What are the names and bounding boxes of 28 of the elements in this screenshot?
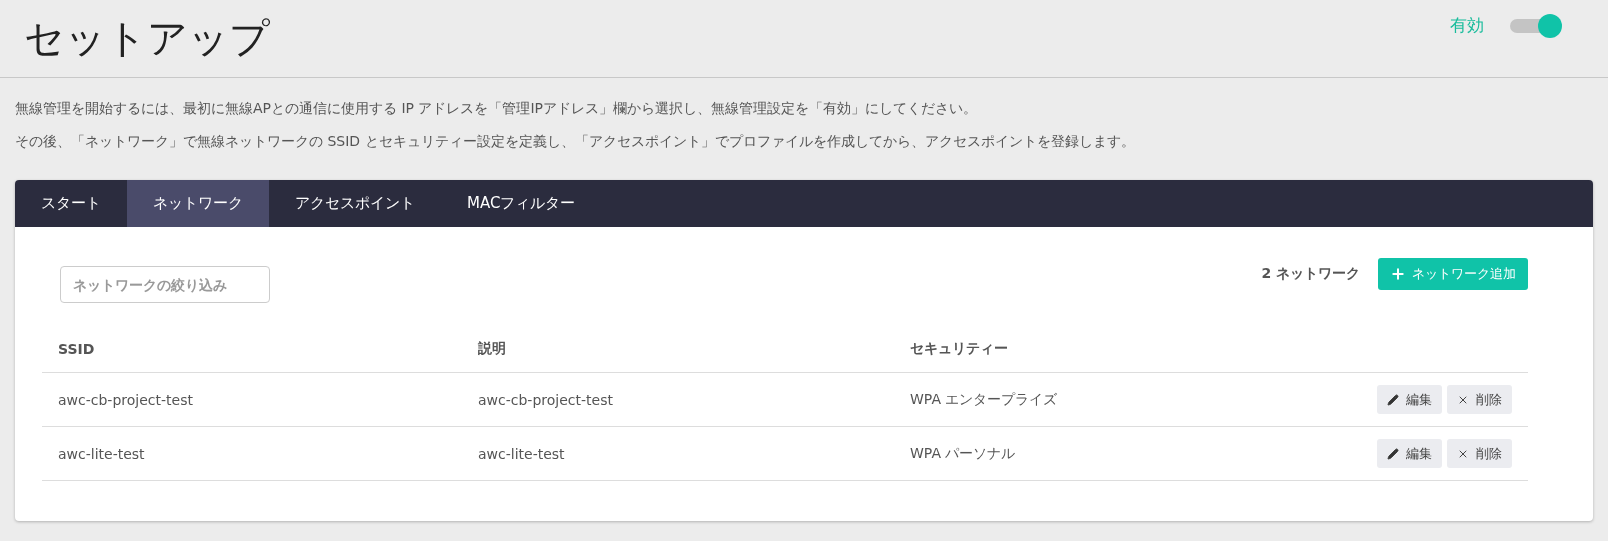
delete-button[interactable]: 削除 xyxy=(1447,439,1512,468)
column-header: 説明 xyxy=(478,339,507,358)
enable-toggle[interactable] xyxy=(1508,13,1562,38)
column-header: SSID xyxy=(58,340,96,357)
delete-button[interactable]: 削除 xyxy=(1447,385,1512,414)
column-header: セキュリティー xyxy=(910,339,1009,358)
plus-icon xyxy=(1390,266,1406,282)
edit-button[interactable]: 編集 xyxy=(1377,439,1442,468)
tab[interactable]: スタート xyxy=(15,180,127,227)
table-cell-text: WPA エンタープライズ xyxy=(910,390,1059,409)
table-cell-text: awc-lite-test xyxy=(58,445,146,462)
intro-text: その後、「ネットワーク」で無線ネットワークの SSID とセキュリティー設定を定義し、「アクセスポイント」でプロファイルを作成してから、アクセスポイントを登録します。 xyxy=(15,133,1136,151)
table-cell-text: WPA パーソナル xyxy=(910,444,1017,463)
filter-field[interactable]: ネットワークの絞り込み xyxy=(60,266,270,303)
table-cell-text: awc-lite-test xyxy=(478,445,566,462)
network-count: 2 ネットワーク xyxy=(1261,265,1360,283)
table-cell-text: awc-cb-project-test xyxy=(58,391,194,408)
tab[interactable]: MACフィルター xyxy=(441,180,602,227)
toggle-knob[interactable] xyxy=(1538,13,1562,38)
table-cell-text: awc-cb-project-test xyxy=(478,391,614,408)
edit-button[interactable]: 編集 xyxy=(1377,385,1442,414)
tab[interactable]: アクセスポイント xyxy=(269,180,441,227)
pencil-icon xyxy=(1387,447,1399,460)
tab[interactable]: ネットワーク xyxy=(127,180,269,227)
pencil-icon xyxy=(1387,393,1399,406)
page-title: セットアップ xyxy=(24,14,270,63)
toggle-label: 有効 xyxy=(1450,14,1484,37)
intro-text: 無線管理を開始するには、最初に無線APとの通信に使用する IP アドレスを「管理IPアドレス」欄から選択し、無線管理設定を「有効」にしてください。 xyxy=(15,100,979,118)
